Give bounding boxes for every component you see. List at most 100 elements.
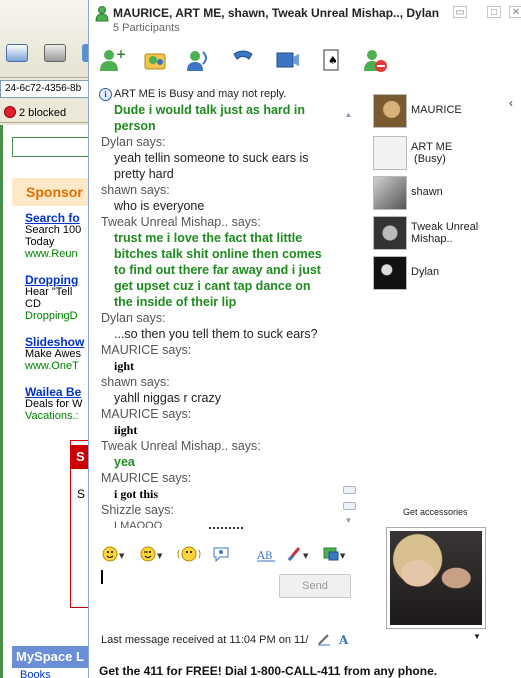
games-icon[interactable]: ♠ — [317, 46, 345, 74]
participant-item[interactable]: Dylan — [371, 256, 521, 292]
ad-item[interactable]: Slideshow Make Awes www.OneT — [25, 336, 92, 372]
participant-name: shawn — [411, 186, 443, 198]
ad-desc: Hear "Tell — [25, 286, 73, 298]
svg-text:▼: ▼ — [157, 552, 163, 560]
display-picture-dropdown[interactable]: ▼ — [473, 632, 481, 641]
my-display-picture[interactable] — [386, 527, 486, 629]
ad-url[interactable]: DroppingD — [25, 310, 92, 322]
sender-label: MAURICE says: — [101, 343, 192, 357]
scroll-thumb-bottom[interactable] — [343, 502, 356, 510]
popup-blocker-bar[interactable]: 2 blocked — [0, 103, 92, 123]
address-bar[interactable]: 24-6c72-4356-8b — [0, 80, 92, 98]
last-message-status: Last message received at 11:04 PM on 11/ — [101, 634, 309, 646]
message-line: Dude i would talk just as hard in — [114, 103, 305, 117]
scroll-thumb[interactable] — [343, 486, 356, 494]
share-files-icon[interactable] — [141, 46, 169, 74]
sender-label: MAURICE says: — [101, 471, 192, 485]
participant-avatar — [373, 256, 407, 290]
red-box-text: S — [77, 487, 86, 501]
participant-name: Dylan — [411, 266, 440, 278]
maximize-button[interactable]: □ — [487, 6, 501, 18]
nudge-icon[interactable] — [177, 544, 203, 564]
ad-item[interactable]: Dropping Hear "Tell CD DroppingD — [25, 274, 92, 322]
conversation-history: i ART ME is Busy and may not reply. Dude … — [89, 86, 355, 528]
busy-notice: i ART ME is Busy and may not reply. — [89, 86, 355, 102]
participant-avatar — [373, 216, 407, 250]
minimize-button[interactable]: ▭ — [453, 6, 467, 18]
message-line: bitches talk shit online then comes — [114, 247, 322, 261]
voice-call-icon[interactable] — [185, 46, 213, 74]
send-button[interactable]: Send — [279, 574, 351, 598]
page-search-box[interactable] — [12, 137, 92, 157]
blocked-label: 2 blocked — [19, 107, 67, 119]
participant-name: ART ME (Busy) — [411, 141, 452, 165]
ad-desc: Search 100 — [25, 224, 82, 236]
close-button[interactable]: ✕ — [509, 6, 521, 18]
participant-item[interactable]: MAURICE — [371, 94, 521, 130]
wink-icon[interactable]: ▼ — [139, 544, 165, 564]
scroll-up-arrow[interactable]: ▲ — [341, 110, 356, 120]
participant-item[interactable]: Tweak Unreal Mishap.. — [371, 216, 521, 252]
chat-toolbar: + ♠ — [89, 40, 521, 84]
video-icon[interactable] — [273, 46, 301, 74]
sender-label: shawn says: — [101, 375, 170, 389]
message-line: ight — [114, 359, 135, 373]
message-line: who is everyone — [114, 199, 205, 213]
font-size-icon[interactable]: A — [337, 632, 351, 646]
ad-desc: Today — [25, 236, 55, 248]
font-icon[interactable]: AB — [255, 544, 281, 564]
myspace-links-header: MySpace L — [12, 646, 92, 668]
participant-item[interactable]: shawn — [371, 176, 521, 212]
books-link[interactable]: Books — [20, 670, 92, 678]
resize-handle[interactable] — [209, 527, 243, 531]
message-input[interactable] — [101, 570, 103, 584]
conversation-scrollbar[interactable]: ▲ ▼ — [341, 110, 356, 528]
background-icon[interactable]: ▼ — [285, 544, 311, 564]
chat-title-bar: MAURICE, ART ME, shawn, Tweak Unreal Mis… — [89, 0, 521, 40]
ad-item[interactable]: Wailea Be Deals for W Vacations.: — [25, 386, 92, 422]
collapse-sidebar-arrow[interactable]: ‹ — [509, 96, 513, 110]
print-icon[interactable] — [44, 44, 66, 62]
voice-clip-icon[interactable] — [211, 544, 237, 564]
sender-label: MAURICE says: — [101, 407, 192, 421]
phone-icon[interactable] — [229, 46, 257, 74]
sender-label: Dylan says: — [101, 311, 166, 325]
participant-name-text: Tweak Unreal — [411, 221, 479, 233]
message-line: person — [114, 119, 156, 133]
ad-title[interactable]: Dropping — [25, 274, 92, 286]
footer-ad-text[interactable]: Get the 411 for FREE! Dial 1-800-CALL-41… — [99, 664, 437, 678]
message-line: pretty hard — [114, 167, 174, 181]
participant-avatar — [373, 94, 407, 128]
ad-url[interactable]: www.OneT — [25, 360, 92, 372]
invite-icon[interactable]: + — [97, 46, 126, 74]
background-browser-window: 24-6c72-4356-8b 2 blocked Sponsor Search… — [0, 0, 93, 678]
emoticon-icon[interactable]: ▼ — [101, 544, 127, 564]
screen: 24-6c72-4356-8b 2 blocked Sponsor Search… — [0, 0, 521, 678]
ad-title[interactable]: Wailea Be — [25, 386, 92, 398]
ad-title[interactable]: Slideshow — [25, 336, 92, 348]
get-accessories-link[interactable]: Get accessories — [403, 507, 468, 517]
other-icon[interactable]: ▼ — [321, 544, 347, 564]
block-icon[interactable] — [361, 46, 389, 74]
svg-text:▼: ▼ — [340, 552, 346, 560]
pencil-icon[interactable] — [317, 632, 331, 646]
message-line: yahll niggas r crazy — [114, 391, 221, 405]
svg-text:B: B — [265, 551, 272, 562]
participants-count: 5 Participants — [113, 22, 180, 34]
ad-item[interactable]: Search fo Search 100 Today www.Reun — [25, 212, 92, 260]
message-line: trust me i love the fact that little — [114, 231, 303, 245]
participant-item[interactable]: ART ME (Busy) — [371, 136, 521, 172]
message-line: the inside of their lip — [114, 295, 237, 309]
message-line: iight — [114, 423, 138, 437]
svg-text:▼: ▼ — [303, 552, 309, 560]
sponsored-links-header: Sponsor — [12, 178, 92, 206]
conversation-title: MAURICE, ART ME, shawn, Tweak Unreal Mis… — [113, 6, 440, 20]
ad-url[interactable]: Vacations.: — [25, 410, 92, 422]
mail-icon[interactable] — [6, 44, 28, 62]
ad-title[interactable]: Search fo — [25, 212, 92, 224]
scroll-down-arrow[interactable]: ▼ — [341, 516, 356, 526]
ad-url[interactable]: www.Reun — [25, 248, 92, 260]
sender-label: Tweak Unreal Mishap.. says: — [101, 439, 261, 453]
notice-text: ART ME is Busy and may not reply. — [114, 88, 287, 100]
participant-name: Tweak Unreal Mishap.. — [411, 221, 478, 245]
